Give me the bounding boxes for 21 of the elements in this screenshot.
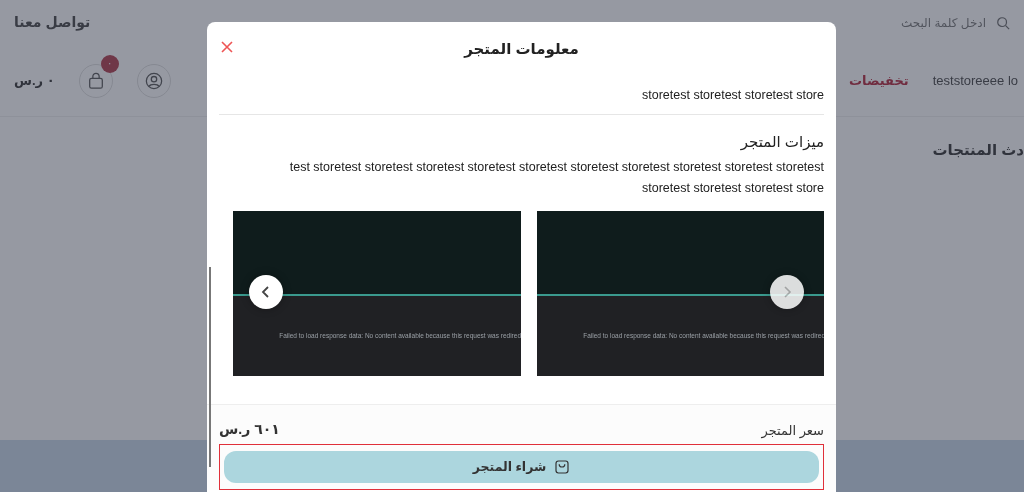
features-title: ميزات المتجر — [739, 131, 824, 153]
price-label: سعر المتجر — [761, 421, 824, 440]
modal-title: معلومات المتجر — [464, 39, 579, 60]
chevron-left-icon — [261, 286, 271, 298]
contact-link[interactable]: تواصل معنا — [14, 12, 91, 33]
nav-link[interactable]: تخفيضات — [849, 70, 909, 91]
chevron-right-icon — [782, 286, 792, 298]
price-value: ٦٠١ ر.س — [219, 420, 280, 439]
cart-count-badge: ٠ — [100, 54, 119, 73]
bag-icon — [554, 459, 571, 475]
section-title: دث المنتجات — [932, 140, 1024, 160]
store-description: storetest storetest storetest store — [219, 74, 824, 115]
bag-icon — [86, 71, 105, 90]
buy-store-button[interactable]: شراء المتجر — [224, 451, 819, 483]
cart-total-text: ٠ ر.س — [14, 71, 55, 90]
nav-link[interactable]: teststoreeee lo — [932, 70, 1018, 91]
search-icon — [996, 15, 1010, 30]
search-field[interactable]: ادخل كلمة البحث — [868, 12, 988, 33]
user-icon — [144, 71, 163, 90]
features-text: test storetest storetest storetest storetest storetest storetest storetest storetest storetest storetest storetest storetest storetest store — [288, 159, 824, 197]
scrollbar-thumb[interactable] — [209, 267, 211, 467]
